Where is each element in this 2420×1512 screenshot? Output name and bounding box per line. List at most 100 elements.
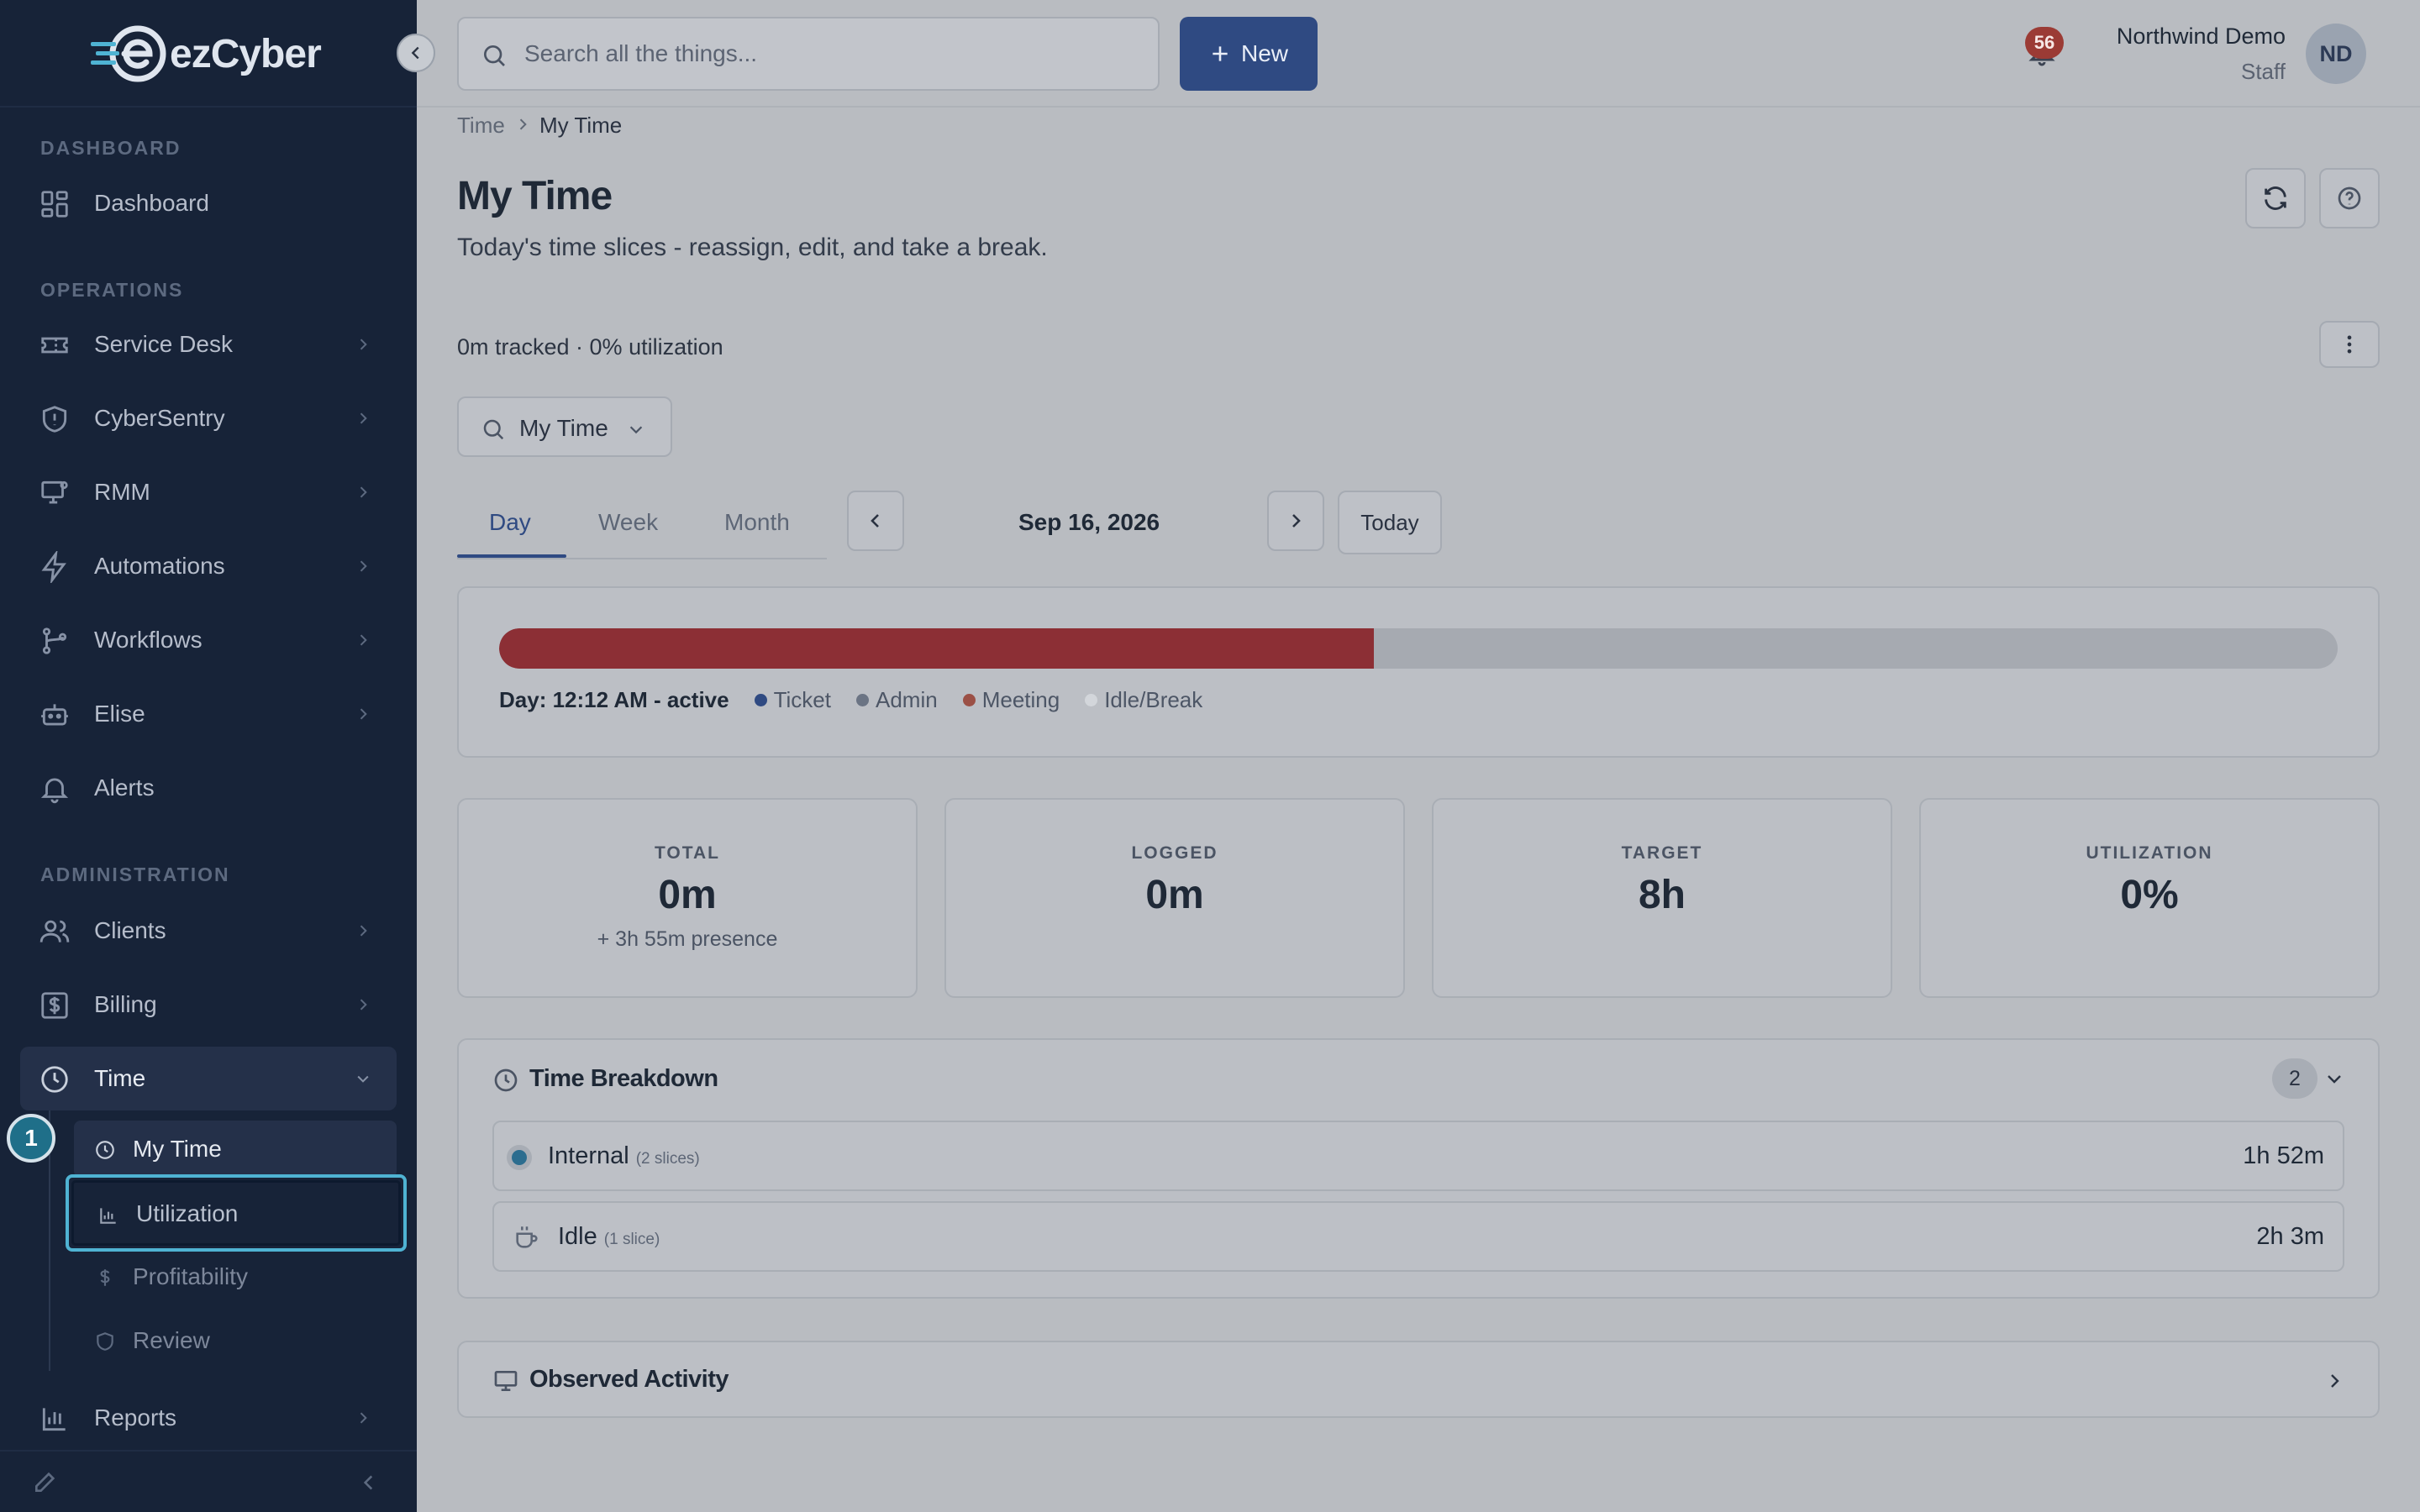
user-name[interactable]: Northwind Demo (2117, 24, 2286, 50)
sidebar-subitem-label: Utilization (136, 1200, 239, 1226)
row-value: 2h 3m (2256, 1223, 2324, 1250)
chevron-right-icon (2331, 1374, 2339, 1388)
tracked-summary: 0m tracked · 0% utilization (457, 334, 723, 360)
time-breakdown-card: Time Breakdown 2 Internal (2 slices) 1h 5… (457, 1038, 2380, 1299)
scope-filter-select[interactable]: My Time (457, 396, 672, 457)
stat-card-target: TARGET 8h (1432, 798, 1892, 998)
workflow-branch-icon (42, 627, 67, 654)
breakdown-row-internal[interactable]: Internal (2 slices) 1h 52m (492, 1121, 2344, 1191)
pencil-icon[interactable] (32, 1468, 59, 1495)
scope-filter-value: My Time (519, 415, 608, 441)
sidebar-item-label: Automations (94, 553, 225, 579)
chevron-down-icon (357, 1075, 369, 1083)
sidebar-item-rmm[interactable]: RMM (20, 460, 397, 524)
coffee-cup-icon (516, 1226, 538, 1248)
chevron-right-icon (360, 708, 367, 720)
sidebar-item-elise[interactable]: Elise (20, 682, 397, 746)
chevron-left-icon (871, 514, 879, 528)
next-period-button[interactable] (1267, 491, 1324, 551)
sidebar-subitem-label: Profitability (133, 1263, 248, 1289)
monitor-icon (494, 1371, 518, 1391)
sidebar-item-alerts[interactable]: Alerts (20, 756, 397, 820)
sidebar-item-cybersentry[interactable]: CyberSentry (20, 386, 397, 450)
collapse-sidebar-icon[interactable] (358, 1472, 380, 1494)
sidebar-item-service-desk[interactable]: Service Desk (20, 312, 397, 376)
breakdown-row-idle[interactable]: Idle (1 slice) 2h 3m (492, 1201, 2344, 1272)
tab-month[interactable]: Month (724, 509, 790, 536)
sidebar-item-reports[interactable]: Reports (20, 1386, 397, 1450)
legend-label: Meeting (981, 687, 1060, 712)
tab-day[interactable]: Day (489, 509, 531, 536)
day-timeline-track (499, 628, 2338, 669)
logo-area: ezCyber (0, 0, 417, 108)
sidebar-item-time[interactable]: Time (20, 1047, 397, 1110)
row-value: 1h 52m (2243, 1142, 2324, 1169)
stat-label: TARGET (1621, 843, 1703, 863)
dashboard-grid-icon (41, 191, 68, 218)
row-name-text: Idle (558, 1223, 597, 1250)
stat-note: + 3h 55m presence (597, 927, 778, 951)
day-timeline-card: Day: 12:12 AM - active Ticket Admin Meetin… (457, 586, 2380, 758)
brand-logo[interactable]: ezCyber (91, 22, 322, 86)
day-timeline-fill[interactable] (499, 628, 1375, 669)
breadcrumb-my-time: My Time (539, 113, 623, 138)
breadcrumb-separator-icon (519, 118, 527, 130)
more-options-button[interactable] (2319, 321, 2380, 368)
shield-icon (42, 406, 67, 433)
stat-value: 0m (658, 873, 717, 917)
billing-dollar-icon (41, 992, 68, 1019)
sidebar-subitem-profitability[interactable]: Profitability (74, 1248, 397, 1305)
chevron-right-icon (360, 412, 367, 424)
breadcrumb-time[interactable]: Time (457, 113, 505, 139)
sidebar-subitem-my-time[interactable]: My Time (74, 1121, 397, 1178)
legend-label: Idle/Break (1104, 687, 1203, 712)
step-badge: 1 (7, 1114, 55, 1163)
chevron-right-icon (360, 999, 367, 1011)
legend-label: Ticket (773, 687, 831, 712)
bell-icon (40, 778, 69, 804)
sidebar: ezCyber DASHBOARD Dashboard OPERATIONS S… (0, 0, 417, 1512)
more-vertical-icon (2347, 335, 2352, 354)
lightning-icon (41, 551, 66, 583)
sidebar-subitem-utilization[interactable]: Utilization (66, 1174, 407, 1252)
row-name: Idle (1 slice) (558, 1223, 660, 1251)
today-button[interactable]: Today (1338, 491, 1442, 554)
sidebar-item-label: RMM (94, 479, 150, 505)
observed-activity-card[interactable]: Observed Activity (457, 1341, 2380, 1418)
sidebar-item-dashboard[interactable]: Dashboard (20, 171, 397, 235)
tab-week[interactable]: Week (598, 509, 658, 536)
search-input[interactable]: Search all the things... (457, 17, 1160, 91)
day-status: Day: 12:12 AM - active (499, 687, 729, 712)
page-subtitle: Today's time slices - reassign, edit, an… (457, 234, 1048, 261)
sidebar-item-clients[interactable]: Clients (20, 899, 397, 963)
time-breakdown-title: Time Breakdown (529, 1065, 718, 1092)
chevron-down-icon (629, 426, 643, 434)
view-tabs: Day Week Month (457, 492, 827, 559)
search-icon (483, 419, 504, 440)
row-name-text: Internal (548, 1142, 629, 1169)
stat-label: UTILIZATION (2086, 843, 2213, 863)
sidebar-collapse-button[interactable] (397, 34, 435, 72)
notification-count-badge: 56 (2025, 27, 2064, 59)
sidebar-subitem-label: My Time (133, 1136, 222, 1162)
legend-item: Ticket (754, 687, 831, 713)
chevron-right-icon (360, 339, 367, 350)
sidebar-subitem-review[interactable]: Review (74, 1312, 397, 1369)
sidebar-item-billing[interactable]: Billing (20, 973, 397, 1037)
avatar[interactable]: ND (2306, 24, 2366, 84)
legend-dot-icon (962, 694, 976, 706)
chevron-down-icon[interactable] (2324, 1068, 2344, 1089)
users-icon (39, 920, 70, 942)
sidebar-item-workflows[interactable]: Workflows (20, 608, 397, 672)
help-button[interactable] (2319, 168, 2380, 228)
sidebar-item-automations[interactable]: Automations (20, 534, 397, 598)
stat-value: 8h (1638, 873, 1686, 917)
row-name: Internal (2 slices) (548, 1142, 700, 1170)
refresh-icon (2265, 186, 2286, 210)
previous-period-button[interactable] (847, 491, 904, 551)
sidebar-item-label: Clients (94, 917, 166, 943)
new-button[interactable]: New (1180, 17, 1318, 91)
new-button-label: New (1240, 40, 1288, 66)
refresh-button[interactable] (2245, 168, 2306, 228)
monitor-settings-icon (41, 480, 68, 504)
